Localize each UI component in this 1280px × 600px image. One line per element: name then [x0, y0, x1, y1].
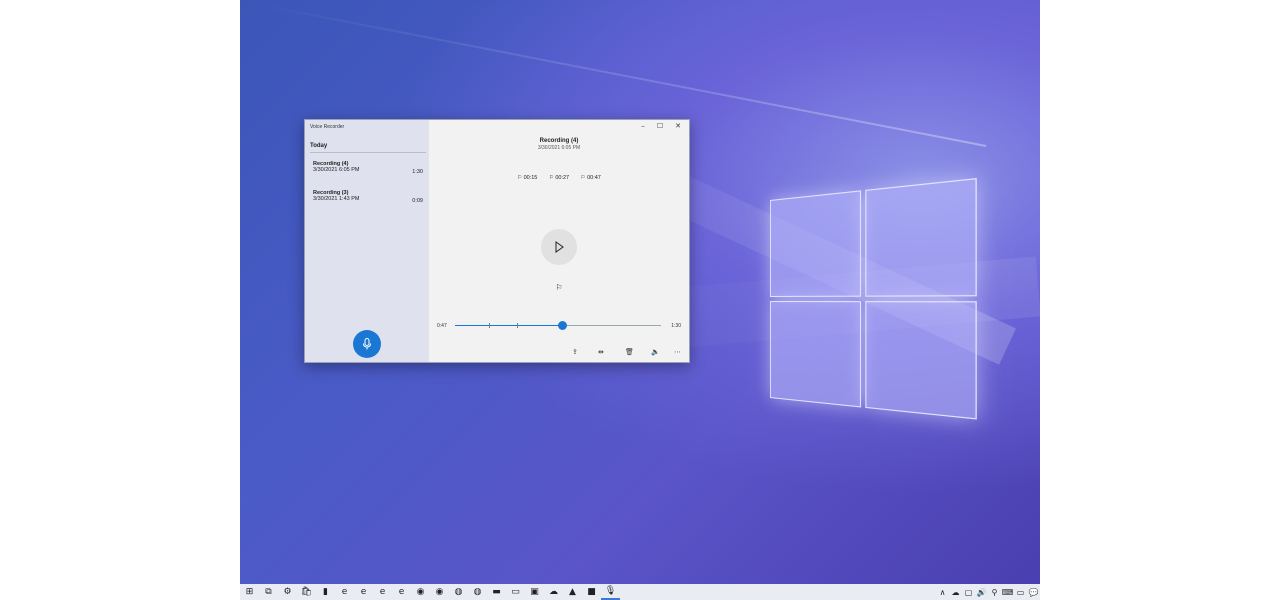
system-tray: ∧ ☁ ▢ 🔊 ⚲ ⌨ ▭ 💬	[936, 584, 1040, 600]
recording-list-item[interactable]: Recording (4) 3/30/2021 6:05 PM 1:30	[313, 161, 423, 175]
taskbar-remote-desktop-icon[interactable]: ▣	[525, 584, 544, 600]
taskbar-onedrive-icon[interactable]: ☁	[544, 584, 563, 600]
recordings-sidebar: Voice Recorder Today Recording (4) 3/30/…	[305, 120, 429, 362]
recording-date: 3/30/2021 6:05 PM	[313, 167, 360, 173]
playback-progress-fill	[455, 325, 563, 326]
recording-datetime: 3/30/2021 6:05 PM	[537, 145, 581, 151]
voice-recorder-window: Voice Recorder Today Recording (4) 3/30/…	[304, 119, 690, 363]
share-button[interactable]: ⇪	[572, 348, 578, 356]
tray-icon[interactable]: 🔊	[975, 584, 988, 600]
tray-icon[interactable]: ⚲	[988, 584, 1001, 600]
taskbar-photos-icon[interactable]: ▲	[563, 584, 582, 600]
taskbar-file-explorer-icon[interactable]: ▬	[487, 584, 506, 600]
tray-icon[interactable]: 💬	[1027, 584, 1040, 600]
play-button[interactable]	[541, 229, 577, 265]
recording-duration: 1:30	[412, 169, 423, 175]
marker-item[interactable]: ⚐ 00:47	[581, 175, 601, 181]
taskbar-settings-icon[interactable]: ⚙	[278, 584, 297, 600]
speaker-icon: 🔈	[651, 348, 660, 356]
trim-icon: ⇹	[598, 348, 604, 356]
play-icon	[555, 241, 564, 253]
taskbar-store-icon[interactable]: 🛍	[297, 584, 316, 600]
marker-tick	[517, 323, 518, 328]
flag-icon: ⚐	[555, 283, 563, 292]
taskbar-firefox-icon[interactable]: ◍	[449, 584, 468, 600]
tray-icon[interactable]: ☁	[949, 584, 962, 600]
slider-thumb[interactable]	[558, 321, 568, 330]
marker-list: ⚐ 00:15 ⚐ 00:27 ⚐ 00:47	[429, 175, 689, 181]
taskbar-edge-canary-icon[interactable]: e	[392, 584, 411, 600]
taskbar-cmd-icon[interactable]: ■	[582, 584, 601, 600]
taskbar-phone-icon[interactable]: ▮	[316, 584, 335, 600]
taskbar-chrome-canary-icon[interactable]: ◉	[430, 584, 449, 600]
group-divider	[310, 152, 426, 153]
share-icon: ⇪	[572, 348, 578, 356]
group-header-today: Today	[310, 143, 328, 149]
taskbar-apps: ⊞ ⧉ ⚙ 🛍 ▮ e e e e ◉ ◉ ◍ ◍ ▬ ▭ ▣ ☁ ▲ ■ 🎙	[240, 584, 620, 600]
maximize-button[interactable]: ☐	[651, 122, 669, 132]
speaker-button[interactable]: 🔈	[651, 348, 660, 356]
tray-icon[interactable]: ▭	[1014, 584, 1027, 600]
tray-icon[interactable]: ∧	[936, 584, 949, 600]
more-button[interactable]: ⋯	[674, 348, 681, 356]
taskbar-voice-recorder-icon[interactable]: 🎙	[601, 584, 620, 600]
taskbar-terminal-icon[interactable]: ▭	[506, 584, 525, 600]
taskbar-edge-beta-icon[interactable]: e	[354, 584, 373, 600]
current-time: 0:47	[437, 323, 447, 329]
marker-item[interactable]: ⚐ 00:27	[549, 175, 569, 181]
marker-tick	[489, 323, 490, 328]
app-title: Voice Recorder	[310, 124, 345, 130]
taskbar-edge-dev-icon[interactable]: e	[373, 584, 392, 600]
taskbar-start-icon[interactable]: ⊞	[240, 584, 259, 600]
playback-slider[interactable]	[455, 321, 661, 330]
minimize-button[interactable]: –	[634, 122, 652, 132]
close-button[interactable]: ✕	[669, 122, 687, 132]
delete-button[interactable]: 🗑	[625, 348, 634, 356]
trim-button[interactable]: ⇹	[598, 348, 604, 356]
taskbar-firefox-nightly-icon[interactable]: ◍	[468, 584, 487, 600]
taskbar-chrome-icon[interactable]: ◉	[411, 584, 430, 600]
delete-icon: 🗑	[625, 348, 634, 356]
recording-list-item[interactable]: Recording (3) 3/30/2021 1:43 PM 0:09	[313, 190, 423, 204]
add-marker-button[interactable]: ⚐	[553, 283, 565, 292]
tray-icon[interactable]: ⌨	[1001, 584, 1014, 600]
total-time: 1:30	[671, 323, 681, 329]
recording-duration: 0:09	[412, 198, 423, 204]
record-button[interactable]	[353, 330, 381, 358]
taskbar: ⊞ ⧉ ⚙ 🛍 ▮ e e e e ◉ ◉ ◍ ◍ ▬ ▭ ▣ ☁ ▲ ■ 🎙 ∧ ☁ ▢ 🔊 ⚲ ⌨ ▭ 💬	[240, 584, 1040, 600]
windows-logo	[770, 178, 981, 423]
mic-icon	[363, 338, 371, 350]
recording-date: 3/30/2021 1:43 PM	[313, 196, 360, 202]
playback-pane: – ☐ ✕ Recording (4) 3/30/2021 6:05 PM ⚐ …	[429, 120, 689, 362]
recording-title: Recording (4)	[539, 138, 579, 144]
tray-icon[interactable]: ▢	[962, 584, 975, 600]
taskbar-task-view-icon[interactable]: ⧉	[259, 584, 278, 600]
marker-item[interactable]: ⚐ 00:15	[517, 175, 537, 181]
taskbar-edge-icon[interactable]: e	[335, 584, 354, 600]
